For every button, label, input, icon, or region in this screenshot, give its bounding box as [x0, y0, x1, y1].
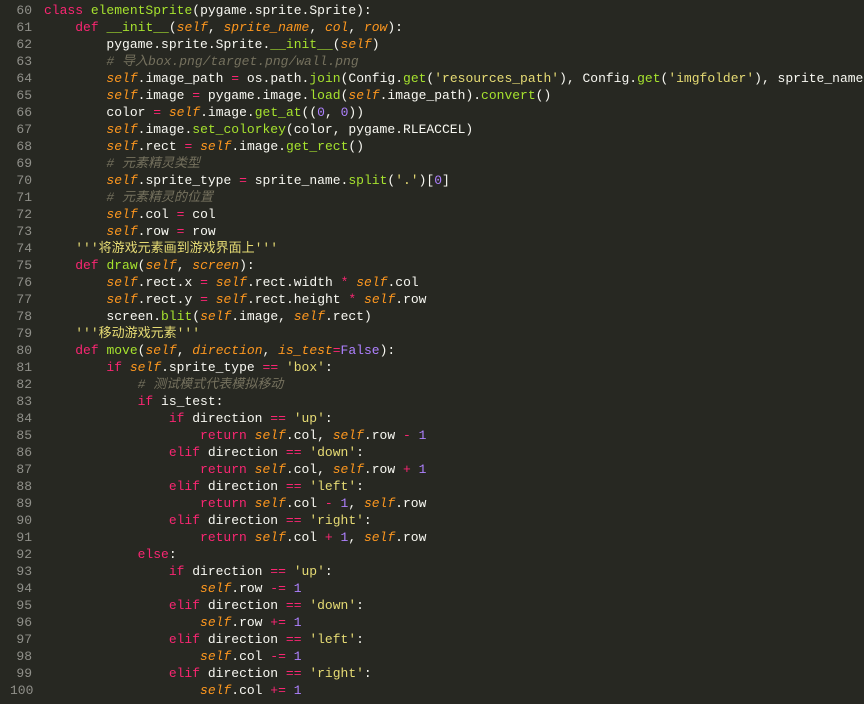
code-line[interactable]: self.row += 1	[44, 614, 864, 631]
code-line[interactable]: self.image.set_colorkey(color, pygame.RL…	[44, 121, 864, 138]
code-line[interactable]: # 导入box.png/target.png/wall.png	[44, 53, 864, 70]
line-number: 88	[10, 478, 32, 495]
line-number: 87	[10, 461, 32, 478]
code-line[interactable]: def __init__(self, sprite_name, col, row…	[44, 19, 864, 36]
code-content[interactable]: class elementSprite(pygame.sprite.Sprite…	[40, 0, 864, 704]
code-line[interactable]: # 元素精灵的位置	[44, 189, 864, 206]
code-line[interactable]: self.rect.y = self.rect.height * self.ro…	[44, 291, 864, 308]
line-number: 68	[10, 138, 32, 155]
code-line[interactable]: return self.col, self.row + 1	[44, 461, 864, 478]
code-line[interactable]: elif direction == 'left':	[44, 478, 864, 495]
line-number: 94	[10, 580, 32, 597]
code-line[interactable]: self.col = col	[44, 206, 864, 223]
line-number: 92	[10, 546, 32, 563]
line-number: 85	[10, 427, 32, 444]
line-number: 99	[10, 665, 32, 682]
line-number: 79	[10, 325, 32, 342]
line-number: 63	[10, 53, 32, 70]
line-number: 73	[10, 223, 32, 240]
code-line[interactable]: return self.col + 1, self.row	[44, 529, 864, 546]
code-line[interactable]: if is_test:	[44, 393, 864, 410]
code-line[interactable]: self.image_path = os.path.join(Config.ge…	[44, 70, 864, 87]
code-line[interactable]: self.image = pygame.image.load(self.imag…	[44, 87, 864, 104]
line-number: 77	[10, 291, 32, 308]
line-number: 65	[10, 87, 32, 104]
code-line[interactable]: else:	[44, 546, 864, 563]
line-number: 82	[10, 376, 32, 393]
code-line[interactable]: self.row = row	[44, 223, 864, 240]
line-number: 71	[10, 189, 32, 206]
code-line[interactable]: '''将游戏元素画到游戏界面上'''	[44, 240, 864, 257]
line-number: 96	[10, 614, 32, 631]
code-line[interactable]: self.sprite_type = sprite_name.split('.'…	[44, 172, 864, 189]
code-line[interactable]: pygame.sprite.Sprite.__init__(self)	[44, 36, 864, 53]
code-line[interactable]: elif direction == 'right':	[44, 665, 864, 682]
line-number-gutter: 6061626364656667686970717273747576777879…	[0, 0, 40, 704]
code-line[interactable]: screen.blit(self.image, self.rect)	[44, 308, 864, 325]
code-line[interactable]: color = self.image.get_at((0, 0))	[44, 104, 864, 121]
code-line[interactable]: if direction == 'up':	[44, 410, 864, 427]
line-number: 72	[10, 206, 32, 223]
code-line[interactable]: def move(self, direction, is_test=False)…	[44, 342, 864, 359]
code-line[interactable]: self.rect = self.image.get_rect()	[44, 138, 864, 155]
code-line[interactable]: if direction == 'up':	[44, 563, 864, 580]
code-editor[interactable]: 6061626364656667686970717273747576777879…	[0, 0, 864, 704]
code-line[interactable]: class elementSprite(pygame.sprite.Sprite…	[44, 2, 864, 19]
code-line[interactable]: if self.sprite_type == 'box':	[44, 359, 864, 376]
code-line[interactable]: self.row -= 1	[44, 580, 864, 597]
code-line[interactable]: '''移动游戏元素'''	[44, 325, 864, 342]
code-line[interactable]: # 元素精灵类型	[44, 155, 864, 172]
line-number: 60	[10, 2, 32, 19]
line-number: 100	[10, 682, 32, 699]
code-line[interactable]: elif direction == 'left':	[44, 631, 864, 648]
code-line[interactable]: self.col += 1	[44, 682, 864, 699]
line-number: 78	[10, 308, 32, 325]
line-number: 84	[10, 410, 32, 427]
line-number: 95	[10, 597, 32, 614]
line-number: 97	[10, 631, 32, 648]
line-number: 61	[10, 19, 32, 36]
line-number: 74	[10, 240, 32, 257]
line-number: 70	[10, 172, 32, 189]
code-line[interactable]: self.col -= 1	[44, 648, 864, 665]
line-number: 76	[10, 274, 32, 291]
line-number: 81	[10, 359, 32, 376]
line-number: 89	[10, 495, 32, 512]
line-number: 83	[10, 393, 32, 410]
line-number: 67	[10, 121, 32, 138]
line-number: 62	[10, 36, 32, 53]
line-number: 64	[10, 70, 32, 87]
line-number: 98	[10, 648, 32, 665]
code-line[interactable]: elif direction == 'down':	[44, 444, 864, 461]
line-number: 86	[10, 444, 32, 461]
line-number: 91	[10, 529, 32, 546]
code-line[interactable]: self.rect.x = self.rect.width * self.col	[44, 274, 864, 291]
code-line[interactable]: elif direction == 'down':	[44, 597, 864, 614]
line-number: 69	[10, 155, 32, 172]
line-number: 90	[10, 512, 32, 529]
line-number: 80	[10, 342, 32, 359]
code-line[interactable]: def draw(self, screen):	[44, 257, 864, 274]
code-line[interactable]: return self.col - 1, self.row	[44, 495, 864, 512]
code-line[interactable]: # 测试模式代表模拟移动	[44, 376, 864, 393]
line-number: 66	[10, 104, 32, 121]
code-line[interactable]: elif direction == 'right':	[44, 512, 864, 529]
line-number: 93	[10, 563, 32, 580]
line-number: 75	[10, 257, 32, 274]
code-line[interactable]: return self.col, self.row - 1	[44, 427, 864, 444]
